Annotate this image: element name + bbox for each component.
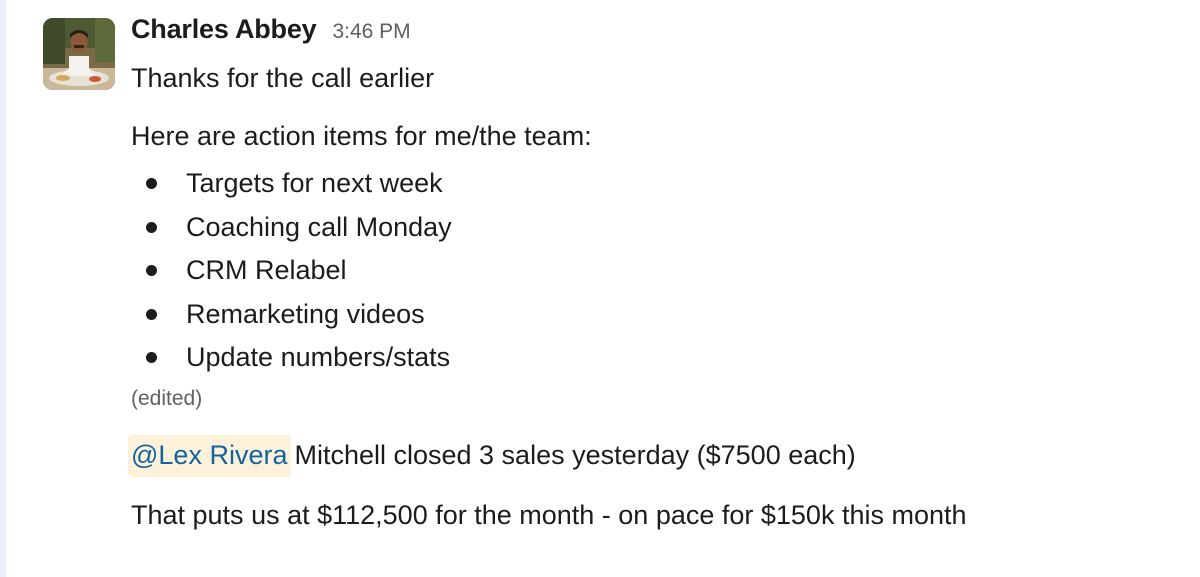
message-header: Charles Abbey 3:46 PM bbox=[131, 14, 1171, 52]
message-content: Charles Abbey 3:46 PM Thanks for the cal… bbox=[128, 14, 1171, 533]
bullet-icon bbox=[146, 308, 157, 320]
list-item-text: Remarketing videos bbox=[186, 298, 425, 329]
bullet-icon bbox=[146, 352, 157, 363]
list-item-text: Coaching call Monday bbox=[186, 211, 452, 242]
action-item-list: Targets for next week Coaching call Mond… bbox=[131, 162, 1171, 380]
bullet-icon bbox=[146, 265, 157, 276]
person-photo-icon bbox=[43, 18, 115, 90]
mention-text: Mitchell closed 3 sales yesterday ($7500… bbox=[294, 439, 856, 470]
edited-label: (edited) bbox=[131, 386, 203, 410]
list-item: Coaching call Monday bbox=[131, 206, 1171, 250]
author-name[interactable]: Charles Abbey bbox=[131, 14, 317, 45]
message: Charles Abbey 3:46 PM Thanks for the cal… bbox=[0, 0, 1200, 577]
mention-message: @Lex Rivera Mitchell closed 3 sales yeste… bbox=[128, 434, 1171, 477]
timestamp[interactable]: 3:46 PM bbox=[332, 20, 410, 44]
bullet-icon bbox=[146, 221, 157, 233]
list-item: Update numbers/stats bbox=[131, 336, 1171, 380]
bullet-icon bbox=[146, 178, 157, 189]
message-intro: Here are action items for me/the team: bbox=[131, 121, 592, 151]
list-item-text: Targets for next week bbox=[186, 168, 443, 198]
avatar[interactable] bbox=[43, 18, 115, 90]
user-mention[interactable]: @Lex Rivera bbox=[128, 434, 292, 477]
message-closing: That puts us at $112,500 for the month -… bbox=[131, 499, 967, 530]
list-item: CRM Relabel bbox=[131, 249, 1171, 293]
list-item-text: Update numbers/stats bbox=[186, 342, 451, 372]
list-item: Remarketing videos bbox=[131, 293, 1171, 337]
message-greeting: Thanks for the call earlier bbox=[131, 63, 435, 93]
list-item: Targets for next week bbox=[131, 162, 1171, 206]
list-item-text: CRM Relabel bbox=[186, 255, 347, 285]
